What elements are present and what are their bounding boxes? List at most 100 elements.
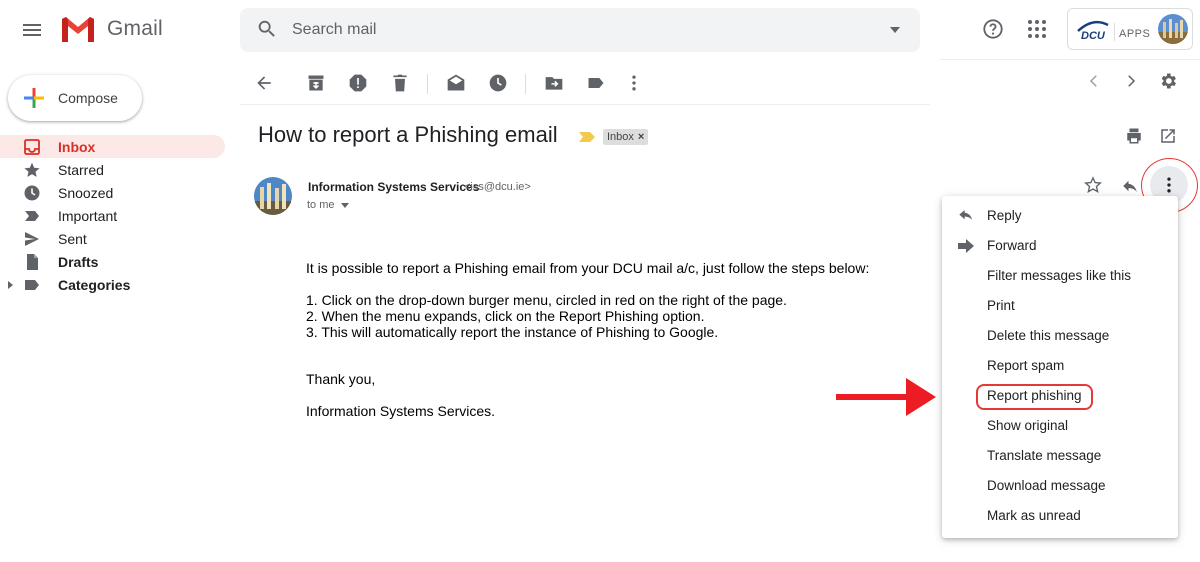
archive-icon[interactable] [306,73,326,93]
apps-grid-icon[interactable] [1027,19,1047,39]
inbox-icon [24,139,40,155]
menu-item-forward[interactable]: Forward [942,231,1178,261]
menu-item-label: Filter messages like this [987,268,1132,283]
sidebar-item-important[interactable]: Important [0,204,225,227]
menu-item-report-spam[interactable]: Report spam [942,351,1178,381]
toolbar-divider [427,74,428,94]
older-icon[interactable] [1122,72,1140,90]
account-avatar[interactable] [1158,14,1188,44]
red-pointer-arrow-icon [836,378,936,416]
move-to-icon[interactable] [544,73,564,93]
sidebar-item-label: Important [58,208,118,224]
menu-item-mark-unread[interactable]: Mark as unread [942,501,1178,531]
menu-item-download[interactable]: Download message [942,471,1178,501]
help-icon[interactable] [982,18,1004,40]
menu-item-label: Forward [987,238,1037,253]
sidebar-item-label: Inbox [58,139,96,155]
menu-item-reply[interactable]: Reply [942,201,1178,231]
star-message-icon[interactable] [1084,176,1102,194]
remove-label-icon[interactable]: × [638,131,644,143]
open-in-new-window-icon[interactable] [1159,127,1177,145]
star-icon [24,162,40,178]
sender-avatar[interactable] [254,177,292,215]
menu-item-label: Download message [987,478,1106,493]
sidebar-item-snoozed[interactable]: Snoozed [0,181,225,204]
account-switcher[interactable]: DCU APPS [1067,8,1193,50]
spam-icon[interactable] [348,73,368,93]
compose-label: Compose [58,90,118,106]
sidebar-item-label: Starred [58,162,104,178]
sidebar-item-label: Categories [58,277,131,293]
search-icon[interactable] [256,18,278,40]
chevron-down-icon [340,202,349,208]
back-icon[interactable] [254,73,274,93]
expand-arrow-icon[interactable] [8,281,13,289]
menu-item-translate[interactable]: Translate message [942,441,1178,471]
email-subject: How to report a Phishing email [258,122,558,147]
sidebar-item-sent[interactable]: Sent [0,227,225,250]
email-body-closing: Thank you, [306,371,376,387]
sidebar-item-drafts[interactable]: Drafts [0,250,225,273]
important-icon [24,208,40,224]
recipient-label: to me [307,199,335,211]
sidebar-nav: Inbox Starred Snoozed Important Sent Dra… [0,135,225,296]
toolbar-divider [525,74,526,94]
clock-icon [24,185,40,201]
email-body-step: 2. When the menu expands, click on the R… [306,308,705,324]
label-icon [24,277,40,293]
app-name: Gmail [107,17,163,40]
menu-item-label: Report spam [987,358,1065,373]
red-highlight-box [976,384,1093,410]
search-options-icon[interactable] [890,27,900,33]
delete-icon[interactable] [390,73,410,93]
menu-item-label: Mark as unread [987,508,1081,523]
mark-unread-icon[interactable] [446,73,466,93]
reply-icon[interactable] [1121,177,1139,195]
svg-text:DCU: DCU [1081,30,1106,42]
sidebar-item-starred[interactable]: Starred [0,158,225,181]
message-toolbar [240,62,930,104]
importance-marker-icon[interactable] [579,132,595,142]
email-body-step: 1. Click on the drop-down burger menu, c… [306,292,787,308]
compose-plus-icon [22,86,46,110]
sidebar-item-label: Drafts [58,254,99,270]
newer-icon[interactable] [1085,72,1103,90]
message-actions-menu: Reply Forward Filter messages like this … [942,196,1178,538]
draft-icon [24,254,40,270]
snooze-icon[interactable] [488,73,508,93]
toolbar-divider-line [240,104,930,105]
labels-icon[interactable] [586,73,606,93]
more-icon[interactable] [624,73,644,93]
menu-item-label: Print [987,298,1015,313]
email-body-intro: It is possible to report a Phishing emai… [306,260,870,276]
search-input[interactable] [292,8,852,52]
sidebar-item-categories[interactable]: Categories [0,273,225,296]
main-menu-icon[interactable] [20,18,44,42]
menu-item-filter-messages[interactable]: Filter messages like this [942,261,1178,291]
menu-item-show-original[interactable]: Show original [942,411,1178,441]
email-body-signature: Information Systems Services. [306,403,496,419]
email-body-step: 3. This will automatically report the in… [306,324,719,340]
compose-button[interactable]: Compose [8,75,142,121]
dcu-logo-icon: DCU [1076,17,1110,43]
menu-item-label: Reply [987,208,1022,223]
gmail-logo-icon[interactable] [60,14,96,44]
menu-item-label: Delete this message [987,328,1110,343]
send-icon [24,231,40,247]
recipient-details[interactable]: to me [307,199,349,211]
account-divider [1114,23,1115,41]
menu-item-print[interactable]: Print [942,291,1178,321]
print-icon[interactable] [1125,127,1143,145]
sidebar-item-label: Snoozed [58,185,114,201]
menu-item-label: Translate message [987,448,1102,463]
sidebar-item-inbox[interactable]: Inbox [0,135,225,158]
sender-name: Information Systems Services [308,180,480,194]
label-chip-text: Inbox [607,131,634,143]
sidebar-item-label: Sent [58,231,87,247]
settings-gear-icon[interactable] [1158,71,1178,91]
search-bar[interactable] [240,8,920,52]
sender-email: <iss@dcu.ie> [464,181,531,193]
inbox-label-chip: Inbox × [603,129,649,145]
menu-item-delete[interactable]: Delete this message [942,321,1178,351]
reply-icon [958,209,974,223]
